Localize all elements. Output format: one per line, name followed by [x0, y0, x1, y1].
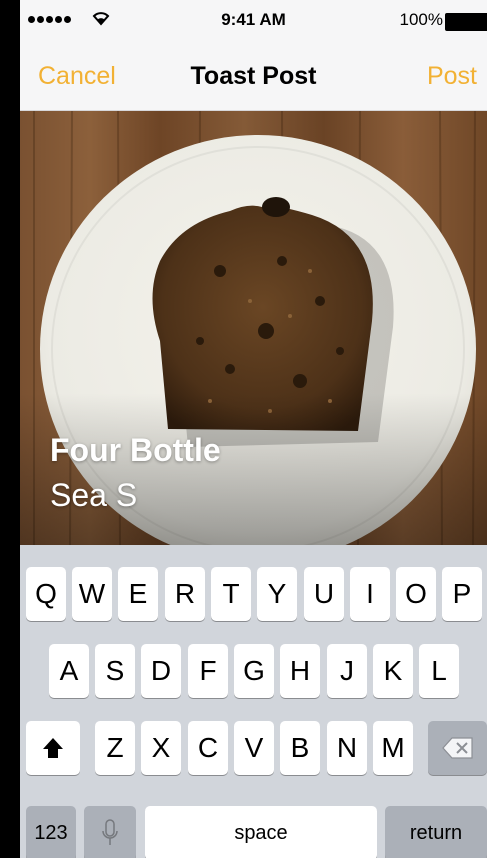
navigation-bar: Cancel Toast Post Post [20, 40, 487, 111]
key-u[interactable]: U [304, 567, 344, 621]
key-l[interactable]: L [419, 644, 459, 698]
dictation-key[interactable] [84, 806, 136, 858]
key-n[interactable]: N [327, 721, 367, 775]
key-b[interactable]: B [280, 721, 320, 775]
toast-photo: Four Bottle Sea S [20, 111, 487, 545]
key-y[interactable]: Y [257, 567, 297, 621]
shift-key[interactable] [26, 721, 80, 775]
key-d[interactable]: D [141, 644, 181, 698]
key-q[interactable]: Q [26, 567, 66, 621]
key-o[interactable]: O [396, 567, 436, 621]
delete-key[interactable] [428, 721, 487, 775]
key-a[interactable]: A [49, 644, 89, 698]
key-x[interactable]: X [141, 721, 181, 775]
return-key[interactable]: return [385, 806, 487, 858]
key-p[interactable]: P [442, 567, 482, 621]
key-z[interactable]: Z [95, 721, 135, 775]
status-bar: 9:41 AM 100% [20, 0, 487, 40]
key-t[interactable]: T [211, 567, 251, 621]
keyboard: Q W E R T Y U I O P A S D F G H J K L Z … [20, 545, 487, 858]
microphone-icon [102, 819, 118, 845]
battery-icon [445, 13, 487, 31]
key-e[interactable]: E [118, 567, 158, 621]
screen: 9:41 AM 100% Cancel Toast Post Post Four… [20, 0, 487, 858]
space-key[interactable]: space [145, 806, 377, 858]
numbers-key[interactable]: 123 [26, 806, 76, 858]
battery-percentage: 100% [399, 10, 443, 29]
photo-caption-title: Four Bottle [50, 432, 221, 468]
key-k[interactable]: K [373, 644, 413, 698]
photo-caption-input[interactable]: Sea S [50, 477, 137, 514]
key-s[interactable]: S [95, 644, 135, 698]
key-h[interactable]: H [280, 644, 320, 698]
post-button[interactable]: Post [427, 62, 477, 91]
key-g[interactable]: G [234, 644, 274, 698]
key-f[interactable]: F [188, 644, 228, 698]
key-r[interactable]: R [165, 567, 205, 621]
key-j[interactable]: J [327, 644, 367, 698]
key-v[interactable]: V [234, 721, 274, 775]
key-c[interactable]: C [188, 721, 228, 775]
key-i[interactable]: I [350, 567, 390, 621]
page-title: Toast Post [190, 62, 317, 90]
key-m[interactable]: M [373, 721, 413, 775]
key-w[interactable]: W [72, 567, 112, 621]
shift-icon [43, 738, 63, 758]
backspace-icon [441, 737, 473, 759]
